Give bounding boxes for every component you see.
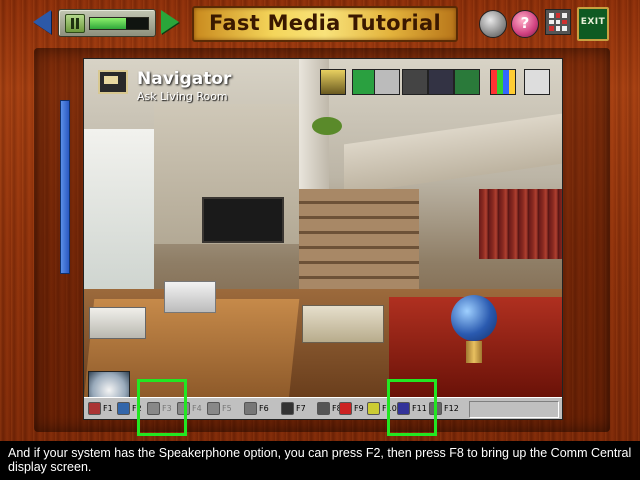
fax-phone[interactable] <box>89 307 146 339</box>
help-label: ? <box>520 14 530 32</box>
fkey-label: F7 <box>296 404 306 413</box>
light-switch-icon[interactable] <box>524 69 550 95</box>
navigator-subtitle: Ask Living Room <box>137 90 228 103</box>
fkey-f8[interactable]: F8 <box>317 401 342 417</box>
fkey-f6[interactable]: F6 <box>244 401 269 417</box>
tutorial-title: Fast Media Tutorial <box>208 11 442 35</box>
handheld-icon[interactable] <box>402 69 428 95</box>
fkey-label: F5 <box>222 404 232 413</box>
window-left <box>84 129 154 289</box>
forward-arrow-button[interactable] <box>161 10 179 34</box>
fkey-icon <box>317 402 330 415</box>
highlight-box-f8 <box>387 379 437 436</box>
fkey-f5[interactable]: F5 <box>207 401 232 417</box>
living-room-scene[interactable]: Navigator Ask Living Room <box>84 59 562 397</box>
exit-label: EXIT <box>580 17 606 27</box>
globe[interactable] <box>451 295 497 341</box>
fkey-icon <box>281 402 294 415</box>
app-screen: Navigator Ask Living Room F1 F2 F3 F4 F5 F6 F7… <box>83 58 563 420</box>
help-button[interactable]: ? <box>511 10 539 38</box>
printer[interactable] <box>164 281 216 313</box>
navigator-title: Navigator <box>137 69 232 89</box>
keypad-icon[interactable] <box>374 69 400 95</box>
navigator-icon[interactable] <box>98 70 128 94</box>
lamp-icon[interactable] <box>320 69 346 95</box>
progress-fill <box>90 18 126 29</box>
speaker-icon[interactable] <box>88 371 130 397</box>
fkey-icon <box>339 402 352 415</box>
upper-landing <box>344 113 562 195</box>
highlight-box-f2 <box>137 379 187 436</box>
clock-button[interactable] <box>479 10 507 38</box>
fkey-f7[interactable]: F7 <box>281 401 306 417</box>
taskbar-status-field <box>469 401 559 418</box>
fkey-label: F6 <box>259 404 269 413</box>
media-player-control <box>58 9 156 37</box>
fkey-f9[interactable]: F9 <box>339 401 364 417</box>
bookshelf[interactable] <box>479 189 562 259</box>
tv-screen[interactable] <box>202 197 284 243</box>
side-scroll-slider[interactable] <box>60 100 70 274</box>
pause-button[interactable] <box>65 14 85 33</box>
back-arrow-button[interactable] <box>33 10 51 34</box>
fkey-label: F12 <box>444 404 459 413</box>
running-man-icon[interactable] <box>454 69 480 95</box>
globe-stand <box>466 341 482 363</box>
fkey-icon <box>244 402 257 415</box>
package-box[interactable] <box>302 305 384 343</box>
plant <box>312 117 342 135</box>
grid-menu-button[interactable] <box>545 9 571 35</box>
fkey-icon <box>117 402 130 415</box>
fkey-f1[interactable]: F1 <box>88 401 113 417</box>
fkey-icon <box>207 402 220 415</box>
fkey-icon <box>88 402 101 415</box>
playback-progress-bar[interactable] <box>89 17 149 30</box>
exit-button[interactable]: EXIT <box>577 7 609 41</box>
narration-caption: And if your system has the Speakerphone … <box>0 441 640 480</box>
contact-card-icon[interactable] <box>428 69 454 95</box>
title-plate: Fast Media Tutorial <box>192 6 458 42</box>
fkey-label: F9 <box>354 404 364 413</box>
fkey-label: F4 <box>192 404 202 413</box>
windows-icon[interactable] <box>490 69 516 95</box>
fkey-icon <box>367 402 380 415</box>
fkey-label: F1 <box>103 404 113 413</box>
